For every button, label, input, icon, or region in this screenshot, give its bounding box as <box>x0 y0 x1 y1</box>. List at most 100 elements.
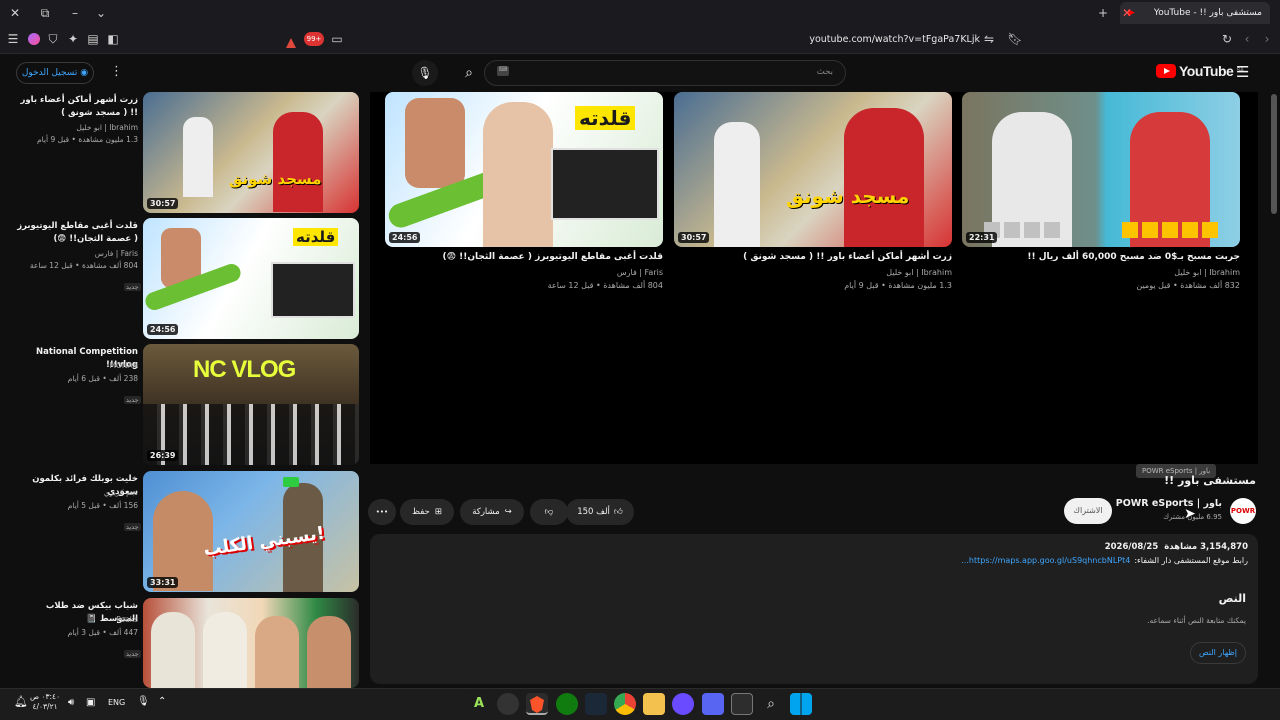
channel-avatar[interactable]: POWR <box>1230 498 1256 524</box>
list-item-thumbnail[interactable]: NC VLOG 26:39 <box>143 344 359 465</box>
list-item-channel[interactable]: MONAA <box>14 360 138 371</box>
shield-icon[interactable]: ⛉ <box>42 26 64 52</box>
signin-button[interactable]: تسجيل الدخول ◉ <box>16 62 94 84</box>
list-item-channel[interactable]: Faris | فارس <box>14 248 138 259</box>
list-item-title[interactable]: قلدت أغبى مقاطع اليوتيوبرز ( عصمة الثجان… <box>14 220 138 246</box>
sidebar-icon[interactable]: ◧ <box>102 26 124 52</box>
clock-date[interactable]: ٤/٠٣/٢١ <box>30 702 60 712</box>
sidebar-recommendations: مسجد شونق 30:57 زرت أشهر أماكن أعضاء باو… <box>0 92 368 688</box>
new-tab-icon[interactable]: + <box>1092 0 1114 26</box>
endscreen-card-thumbnail[interactable]: 22:31 <box>962 92 1240 247</box>
close-tab-icon[interactable]: ✕ <box>1116 0 1138 26</box>
reload-icon[interactable]: ↻ <box>1216 26 1238 52</box>
forward-icon[interactable]: › <box>1256 26 1278 52</box>
list-item-thumbnail[interactable] <box>143 598 359 688</box>
more-actions-button[interactable]: ••• <box>368 499 396 525</box>
new-badge: جديد <box>124 650 141 658</box>
screen-icon[interactable]: ▭ <box>326 26 348 52</box>
list-item-thumbnail[interactable]: يسبني الكلب! 33:31 <box>143 471 359 592</box>
description-box[interactable]: 3,154,870 مشاهدة 2026/08/25 رابط موقع ال… <box>370 534 1258 684</box>
obs-icon[interactable] <box>497 693 519 715</box>
endscreen-card-title[interactable]: جربت مسبح بـ$0 ضد مسبح 60,000 ألف ريال !… <box>962 251 1240 264</box>
list-item-meta: 156 ألف • قبل 5 أيام <box>67 501 138 510</box>
microphone-icon[interactable]: 🎙︎ <box>137 696 150 707</box>
youtube-play-icon <box>1156 64 1176 78</box>
youtube-logo[interactable]: YouTube SA <box>1156 63 1244 79</box>
thumbs-up-icon: 👍︎ <box>613 507 623 517</box>
subscriber-count: 6.95 مليون مشترك <box>1163 513 1222 521</box>
list-item-meta: 1.3 مليون مشاهدة • قبل 9 أيام <box>36 135 138 144</box>
voice-search-icon[interactable]: 🎙︎ <box>412 60 438 86</box>
endscreen-card-title[interactable]: زرت أشهر أماكن أعضاء باور !! ( مسجد شونق… <box>674 251 952 264</box>
list-item-title[interactable]: زرت أشهر أماكن أعضاء باور !! ( مسجد شونق… <box>14 94 139 120</box>
duration-badge: 33:31 <box>147 577 179 588</box>
discord-icon[interactable] <box>672 693 694 715</box>
endscreen-card-meta: 804 ألف مشاهدة • قبل 12 ساعة <box>547 281 663 290</box>
endscreen-card-title[interactable]: قلدت أغبى مقاطع اليوتيوبرز ( عصمة الثجان… <box>385 251 663 264</box>
endscreen-card-thumbnail[interactable]: قلدته 24:56 <box>385 92 663 247</box>
list-item-channel[interactable]: نجم كريزي <box>14 487 138 498</box>
endscreen-card-channel[interactable]: Ibrahim | ابو خليل <box>962 267 1240 279</box>
endscreen-card-thumbnail[interactable]: مسجد شونق 30:57 <box>674 92 952 247</box>
brave-browser-icon[interactable] <box>526 693 548 715</box>
share-button[interactable]: مشاركة ↪ <box>460 499 524 525</box>
search-icon[interactable]: ⌕ <box>456 60 482 86</box>
network-icon[interactable]: ▣ <box>86 697 95 708</box>
xbox-icon[interactable] <box>556 693 578 715</box>
inset-picture <box>551 148 659 220</box>
show-transcript-button[interactable]: إظهار النص <box>1190 642 1246 664</box>
search-input[interactable]: ⌨ بحث <box>484 60 846 86</box>
language-indicator[interactable]: ENG <box>108 698 125 707</box>
brave-rewards-icon[interactable] <box>285 34 297 48</box>
volume-icon[interactable]: 🔊︎ <box>68 697 74 708</box>
channel-name[interactable]: POWR eSports | باور <box>1110 498 1222 509</box>
menu-icon[interactable]: ☰ <box>2 26 24 52</box>
browser-tab[interactable]: مستشفى باور !! - YouTube ▶ <box>1120 2 1270 24</box>
video-player[interactable]: قلدته 24:56 قلدت أغبى مقاطع اليوتيوبرز (… <box>370 92 1258 464</box>
back-icon[interactable]: ‹ <box>1236 26 1258 52</box>
steam-icon[interactable] <box>585 693 607 715</box>
list-item-thumbnail[interactable]: مسجد شونق 30:57 <box>143 92 359 213</box>
save-button[interactable]: حفظ ⊞ <box>400 499 454 525</box>
more-options-icon[interactable]: ⋮ <box>110 64 123 79</box>
puzzle-icon[interactable]: ✦ <box>62 26 84 52</box>
chat-app-icon[interactable] <box>702 693 724 715</box>
list-item-thumbnail[interactable]: قلدته 24:56 <box>143 218 359 339</box>
subscribe-button[interactable]: الاشتراك <box>1064 498 1112 524</box>
chevron-down-icon[interactable]: ⌄ <box>90 0 112 26</box>
notification-icon[interactable]: 🔔︎ <box>14 695 28 708</box>
hamburger-menu-icon[interactable]: ☰ <box>1236 63 1249 81</box>
reader-icon[interactable]: ▤ <box>82 26 104 52</box>
bookmark-icon[interactable]: 🔖︎ <box>1004 26 1026 52</box>
endscreen-card-channel[interactable]: Ibrahim | ابو خليل <box>674 267 952 279</box>
app-a-icon[interactable]: A <box>468 693 490 715</box>
extension-icon[interactable] <box>28 33 40 45</box>
taskbar-search-icon[interactable]: ⌕ <box>760 693 782 715</box>
task-view-icon[interactable] <box>731 693 753 715</box>
keyboard-icon[interactable]: ⌨ <box>497 66 509 76</box>
list-item-channel[interactable]: Ibrahim | ابو خليل <box>14 122 138 133</box>
dislike-button[interactable]: 👎︎ <box>530 499 568 525</box>
endscreen-card-channel[interactable]: Faris | فارس <box>385 267 663 279</box>
list-item-channel[interactable]: Peaks <box>14 614 138 625</box>
site-settings-icon[interactable]: ⇋ <box>978 26 1000 52</box>
windows-start-icon[interactable] <box>790 693 812 715</box>
close-window-icon[interactable]: ✕ <box>4 0 26 26</box>
scrollbar-thumb[interactable] <box>1271 94 1277 214</box>
minimize-window-icon[interactable]: – <box>64 0 86 26</box>
url-field[interactable]: youtube.com/watch?v=tFgaPa7KLjk <box>780 31 980 49</box>
chrome-icon[interactable] <box>614 693 636 715</box>
clock-time[interactable]: ٠٣:٤٠ ص <box>30 692 60 702</box>
file-explorer-icon[interactable] <box>643 693 665 715</box>
page-scrollbar[interactable] <box>1268 54 1280 688</box>
inset-picture <box>271 262 355 318</box>
person-figure <box>255 616 299 688</box>
like-button[interactable]: 150 ألف 👍︎ <box>566 499 634 525</box>
brave-shield-badge[interactable]: 99+ <box>304 32 324 46</box>
chevron-up-icon[interactable]: ⌃ <box>158 696 166 707</box>
person-figure <box>151 612 195 688</box>
upload-date: 2026/08/25 <box>1104 542 1159 552</box>
bookmark-icon: ⊞ <box>434 507 442 517</box>
restore-window-icon[interactable]: ⧉ <box>34 0 56 26</box>
maps-link[interactable]: https://maps.app.goo.gl/uS9qhncbNLPt4... <box>961 556 1130 565</box>
